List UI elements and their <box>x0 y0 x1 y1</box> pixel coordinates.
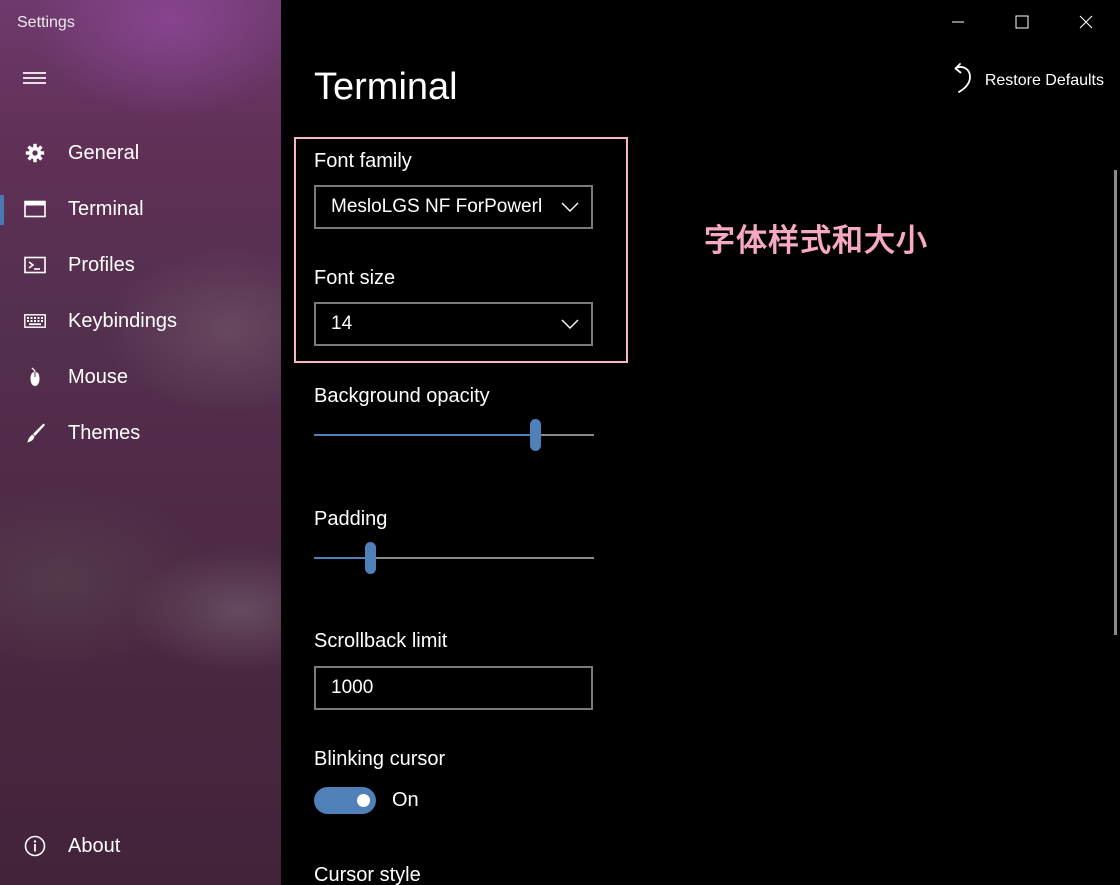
console-prompt-icon <box>24 254 46 276</box>
chevron-down-icon <box>561 200 579 218</box>
background-opacity-slider[interactable] <box>314 419 594 451</box>
page-title: Terminal <box>314 66 458 108</box>
slider-fill <box>314 557 370 559</box>
minimize-icon <box>951 15 965 34</box>
blinking-cursor-toggle[interactable] <box>314 787 376 814</box>
chevron-down-icon <box>561 317 579 335</box>
font-size-label: Font size <box>314 267 396 289</box>
sidebar: Settings General Terminal Profiles Keybi… <box>0 0 281 885</box>
settings-window: Settings General Terminal Profiles Keybi… <box>0 0 1120 885</box>
sidebar-nav: General Terminal Profiles Keybindings Mo… <box>0 125 281 461</box>
brush-icon <box>24 422 46 444</box>
slider-fill <box>314 434 535 436</box>
sidebar-item-keybindings[interactable]: Keybindings <box>0 293 281 349</box>
font-family-label: Font family <box>314 150 412 172</box>
sidebar-item-label: Mouse <box>68 365 129 388</box>
sidebar-item-label: About <box>68 834 121 857</box>
slider-thumb[interactable] <box>365 542 376 574</box>
close-icon <box>1079 15 1093 34</box>
font-family-value: MesloLGS NF ForPowerl <box>331 196 543 217</box>
undo-icon <box>949 63 973 98</box>
cursor-style-label: Cursor style <box>314 864 421 885</box>
mouse-icon <box>24 366 46 388</box>
restore-defaults-button[interactable]: Restore Defaults <box>949 63 1104 98</box>
annotation-text: 字体样式和大小 <box>704 223 928 259</box>
scrollback-limit-input[interactable] <box>314 666 593 710</box>
maximize-icon <box>1015 15 1029 34</box>
scrollback-limit-label: Scrollback limit <box>314 630 448 652</box>
slider-thumb[interactable] <box>530 419 541 451</box>
blinking-cursor-label: Blinking cursor <box>314 748 446 770</box>
sidebar-item-about[interactable]: About <box>0 818 281 874</box>
sidebar-item-mouse[interactable]: Mouse <box>0 349 281 405</box>
minimize-button[interactable] <box>926 0 990 48</box>
maximize-button[interactable] <box>990 0 1054 48</box>
sidebar-item-label: Themes <box>68 421 141 444</box>
padding-label: Padding <box>314 508 388 530</box>
sidebar-item-terminal[interactable]: Terminal <box>0 181 281 237</box>
sidebar-item-label: Keybindings <box>68 309 177 332</box>
keyboard-icon <box>24 310 46 332</box>
sidebar-item-label: Profiles <box>68 253 135 276</box>
window-icon <box>24 198 46 220</box>
selection-indicator <box>0 195 4 225</box>
gear-icon <box>24 142 46 164</box>
sidebar-item-profiles[interactable]: Profiles <box>0 237 281 293</box>
font-size-value: 14 <box>331 313 353 334</box>
toggle-knob <box>357 794 370 807</box>
font-family-dropdown[interactable]: MesloLGS NF ForPowerl <box>314 185 593 229</box>
scrollbar[interactable] <box>1114 170 1117 635</box>
padding-slider[interactable] <box>314 542 594 574</box>
sidebar-item-themes[interactable]: Themes <box>0 405 281 461</box>
main-content: Terminal Restore Defaults 字体样式和大小 Font f… <box>281 0 1120 885</box>
background-opacity-label: Background opacity <box>314 385 490 407</box>
font-size-dropdown[interactable]: 14 <box>314 302 593 346</box>
blinking-cursor-state: On <box>392 789 419 811</box>
hamburger-icon[interactable] <box>23 70 47 86</box>
info-icon <box>24 835 46 857</box>
sidebar-item-general[interactable]: General <box>0 125 281 181</box>
restore-defaults-label: Restore Defaults <box>984 71 1104 89</box>
app-title: Settings <box>17 14 75 31</box>
sidebar-item-label: General <box>68 141 140 164</box>
close-button[interactable] <box>1054 0 1118 48</box>
sidebar-item-label: Terminal <box>68 197 144 220</box>
